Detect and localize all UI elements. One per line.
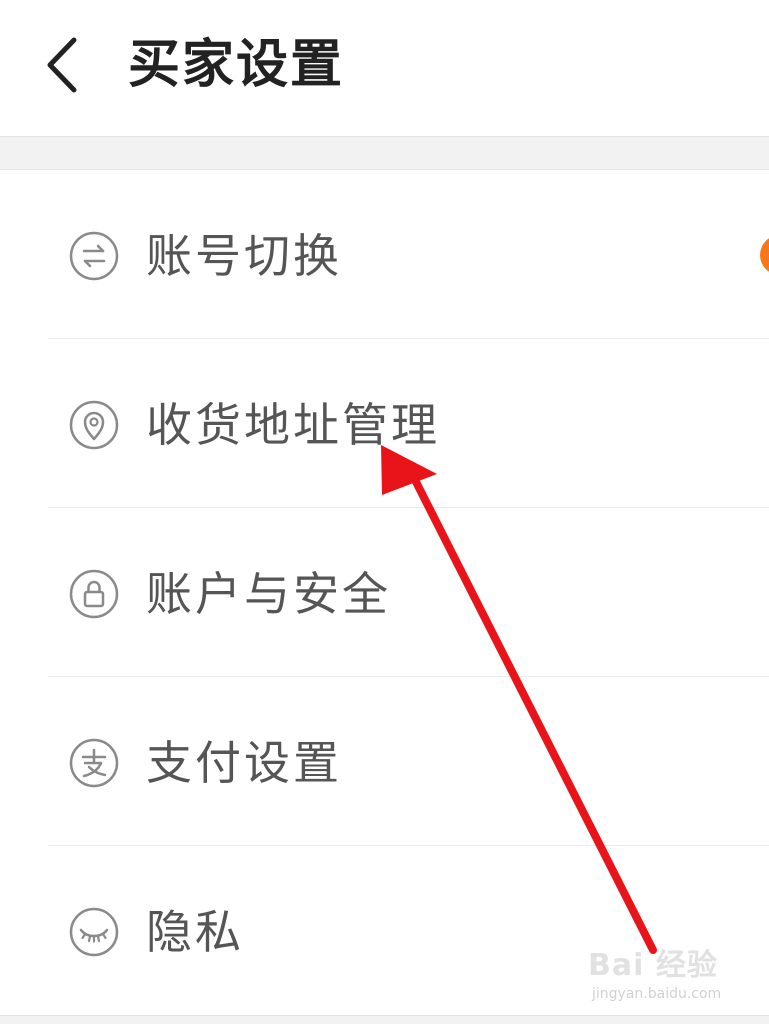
settings-item-privacy[interactable]: 隐私 bbox=[0, 846, 769, 1015]
buyer-settings-page: 买家设置 账号切换 收货地址管理 账户与安全 支付设置 隐私 Bai 经验 ji… bbox=[0, 0, 769, 1024]
settings-item-label: 收货地址管理 bbox=[146, 398, 440, 452]
notification-badge bbox=[760, 235, 769, 275]
lock-icon bbox=[68, 568, 120, 620]
settings-item-switch-account[interactable]: 账号切换 bbox=[0, 170, 769, 339]
payment-icon bbox=[68, 737, 120, 789]
location-pin-icon bbox=[68, 399, 120, 451]
switch-account-icon bbox=[68, 230, 120, 282]
settings-item-label: 账户与安全 bbox=[146, 567, 391, 621]
settings-item-label: 账号切换 bbox=[146, 229, 342, 283]
header-bar: 买家设置 bbox=[0, 0, 769, 137]
settings-item-label: 支付设置 bbox=[146, 736, 342, 790]
bottom-separator bbox=[0, 1015, 769, 1024]
page-title: 买家设置 bbox=[128, 35, 345, 95]
settings-item-label: 隐私 bbox=[146, 905, 244, 959]
settings-list: 账号切换 收货地址管理 账户与安全 支付设置 隐私 bbox=[0, 170, 769, 1015]
settings-item-address-management[interactable]: 收货地址管理 bbox=[0, 339, 769, 508]
chevron-left-icon bbox=[47, 37, 77, 93]
back-button[interactable] bbox=[40, 34, 90, 96]
section-separator bbox=[0, 137, 769, 170]
settings-item-account-security[interactable]: 账户与安全 bbox=[0, 508, 769, 677]
eye-closed-icon bbox=[68, 906, 120, 958]
settings-item-payment[interactable]: 支付设置 bbox=[0, 677, 769, 846]
